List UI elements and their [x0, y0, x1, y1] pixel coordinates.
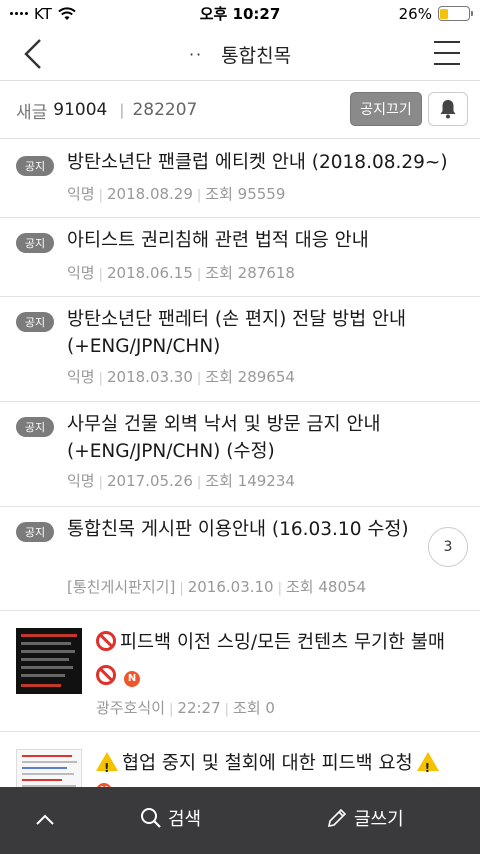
new-posts-count: 91004: [53, 100, 108, 120]
post-title[interactable]: 방탄소년단 팬레터 (손 편지) 전달 방법 안내 (+ENG/JPN/CHN): [67, 306, 470, 360]
search-button[interactable]: 검색: [140, 805, 201, 831]
post-meta: 익명 | 2018.06.15 | 조회 287618: [67, 264, 295, 282]
post-date: 2016.03.10: [187, 578, 274, 596]
post-views: 조회 48054: [285, 578, 367, 596]
post-row[interactable]: 협업 중지 및 철회에 대한 피드백 요청 N: [0, 733, 480, 809]
scroll-to-top-icon[interactable]: [32, 807, 58, 833]
post-meta: 익명 | 2018.03.30 | 조회 289654: [67, 368, 295, 386]
post-date: 2018.08.29: [107, 185, 193, 203]
post-title-line[interactable]: 협업 중지 및 철회에 대한 피드백 요청: [96, 750, 470, 782]
no-entry-icon: [96, 631, 116, 651]
warning-icon: [96, 752, 118, 782]
post-thumbnail: [16, 628, 82, 694]
post-author: 익명: [67, 368, 95, 386]
bottom-toolbar: 검색 글쓰기: [0, 787, 480, 854]
notice-post-row[interactable]: 공지 통합친목 게시판 이용안내 (16.03.10 수정) [통친게시판지기]…: [0, 508, 480, 611]
notice-post-row[interactable]: 공지 사무실 건물 외벽 낙서 및 방문 금지 안내 (+ENG/JPN/CHN…: [0, 403, 480, 507]
members-count: 282207: [132, 100, 198, 120]
post-meta: 익명 | 2017.05.26 | 조회 149234: [67, 472, 295, 490]
warning-icon: [416, 752, 439, 782]
status-right: 26%: [320, 4, 473, 23]
post-date: 2018.06.15: [107, 264, 193, 282]
post-title[interactable]: 사무실 건물 외벽 낙서 및 방문 금지 안내 (+ENG/JPN/CHN) (…: [67, 411, 470, 465]
post-title-suffix: N: [96, 663, 470, 690]
post-date: 22:27: [177, 699, 221, 717]
post-meta: [통친게시판지기] | 2016.03.10 | 조회 48054: [67, 578, 367, 596]
post-title[interactable]: 피드백 이전 스밍/모든 컨텐츠 무기한 불매: [120, 632, 445, 653]
notice-badge: 공지: [16, 522, 54, 542]
notice-badge: 공지: [16, 417, 54, 437]
info-divider: |: [119, 101, 125, 119]
post-views: 조회 149234: [205, 472, 295, 490]
post-author: [통친게시판지기]: [67, 578, 176, 596]
post-views: 조회 287618: [205, 264, 295, 282]
search-icon: [141, 808, 161, 828]
post-author: 광주호식이: [96, 699, 166, 717]
hamburger-menu-icon[interactable]: [434, 41, 460, 65]
notice-badge: 공지: [16, 312, 54, 332]
notice-post-row[interactable]: 공지 방탄소년단 팬클럽 에티켓 안내 (2018.08.29~) 익명 | 201…: [0, 140, 480, 218]
post-meta: 광주호식이 | 22:27 | 조회 0: [96, 699, 275, 717]
post-author: 익명: [67, 185, 95, 203]
carrier-label: KT: [34, 4, 52, 23]
nav-bar: ·· 통합친목: [0, 27, 480, 81]
comment-count-badge[interactable]: 3: [428, 527, 468, 567]
post-title[interactable]: 통합친목 게시판 이용안내 (16.03.10 수정): [67, 516, 410, 543]
no-entry-icon: [96, 665, 116, 685]
write-label: 글쓰기: [354, 809, 404, 830]
notification-bell-button[interactable]: [428, 92, 468, 126]
post-row[interactable]: 피드백 이전 스밍/모든 컨텐츠 무기한 불매 N 광주호식이 | 22:27 | 조회…: [0, 612, 480, 732]
notice-badge: 공지: [16, 156, 54, 176]
nav-title-group: ·· 통합친목: [0, 27, 480, 81]
post-date: 2018.03.30: [107, 368, 193, 386]
battery-percent: 26%: [398, 4, 432, 23]
status-bar: KT 오후 10:27 26%: [0, 0, 480, 27]
notice-badge: 공지: [16, 233, 54, 253]
wifi-icon: [58, 6, 76, 20]
search-label: 검색: [168, 809, 202, 830]
signal-icon: [10, 12, 28, 15]
post-author: 익명: [67, 472, 95, 490]
notice-post-row[interactable]: 공지 아티스트 권리침해 관련 법적 대응 안내 익명 | 2018.06.15 | 조…: [0, 219, 480, 297]
nav-dots: ··: [188, 44, 204, 64]
pencil-icon: [327, 808, 347, 828]
battery-icon: [437, 6, 473, 21]
post-title[interactable]: 협업 중지 및 철회에 대한 피드백 요청: [122, 753, 413, 774]
notice-post-row[interactable]: 공지 방탄소년단 팬레터 (손 편지) 전달 방법 안내 (+ENG/JPN/C…: [0, 298, 480, 402]
bell-icon: [440, 100, 456, 119]
status-time: 오후 10:27: [199, 5, 281, 23]
post-title-line[interactable]: 피드백 이전 스밍/모든 컨텐츠 무기한 불매: [96, 629, 470, 656]
post-title[interactable]: 방탄소년단 팬클럽 에티켓 안내 (2018.08.29~): [67, 149, 470, 176]
post-views: 조회 289654: [205, 368, 295, 386]
post-views: 조회 0: [233, 699, 275, 717]
new-posts-label: 새글: [16, 102, 48, 123]
new-badge: N: [124, 671, 140, 687]
battery-fill: [440, 8, 448, 19]
board-info-bar: 새글 91004 | 282207 공지끄기: [0, 82, 480, 139]
write-post-button[interactable]: 글쓰기: [326, 805, 404, 831]
post-date: 2017.05.26: [107, 472, 193, 490]
post-views: 조회 95559: [205, 185, 286, 203]
post-author: 익명: [67, 264, 95, 282]
back-arrow-icon[interactable]: [18, 36, 54, 72]
page-title: 통합친목: [221, 44, 292, 67]
status-left: KT: [10, 5, 160, 23]
post-meta: 익명 | 2018.08.29 | 조회 95559: [67, 185, 286, 203]
hide-notices-button[interactable]: 공지끄기: [350, 92, 422, 126]
post-title[interactable]: 아티스트 권리침해 관련 법적 대응 안내: [67, 227, 470, 254]
